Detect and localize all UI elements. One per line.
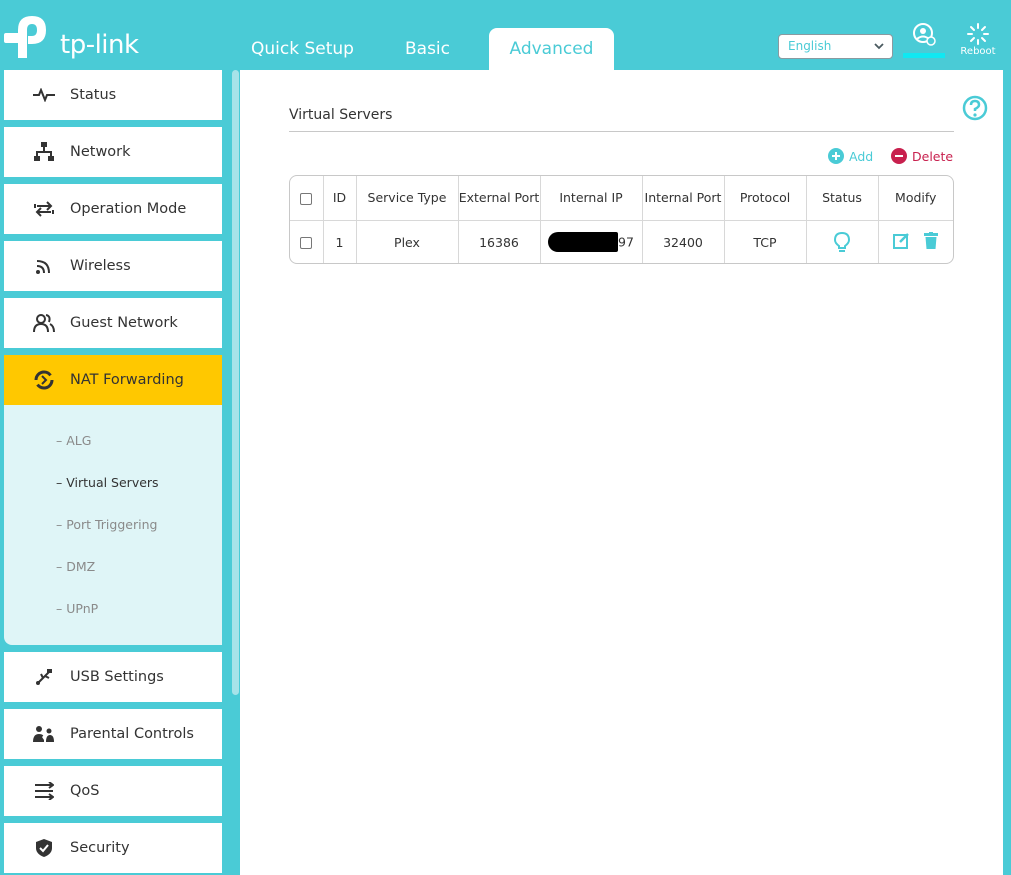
cell-modify — [877, 220, 953, 263]
cell-external-port: 16386 — [457, 220, 540, 263]
sidebar-item-label: NAT Forwarding — [70, 372, 184, 388]
tab-advanced[interactable]: Advanced — [489, 28, 614, 70]
sidebar-item-label: Parental Controls — [70, 726, 194, 742]
users-icon — [30, 312, 58, 334]
edit-button[interactable] — [893, 232, 910, 252]
row-select-cell — [290, 220, 323, 263]
language-value: English — [788, 39, 832, 53]
submenu-item-dmz[interactable]: – DMZ — [56, 559, 95, 574]
reboot-button[interactable]: Reboot — [954, 22, 1002, 62]
main-panel: Virtual Servers Add Delete ID Service Ty… — [240, 70, 1003, 875]
table-header-row: ID Service Type External Port Internal I… — [290, 176, 953, 220]
cell-internal-ip: 97 — [539, 220, 642, 263]
sidebar-scrollbar[interactable] — [232, 70, 239, 695]
table-row: 1 Plex 16386 97 32400 TCP — [290, 220, 953, 263]
tab-quick-setup[interactable]: Quick Setup — [245, 28, 360, 70]
submenu-item-port-triggering[interactable]: – Port Triggering — [56, 517, 157, 532]
sidebar-item-nat-forwarding[interactable]: NAT Forwarding — [4, 355, 222, 405]
usb-icon — [30, 666, 58, 688]
column-header-modify: Modify — [877, 176, 953, 220]
help-icon[interactable] — [962, 95, 988, 121]
shield-icon — [30, 837, 58, 859]
sidebar-item-label: Network — [70, 144, 131, 160]
trash-icon — [924, 232, 939, 250]
sidebar-item-parental-controls[interactable]: Parental Controls — [4, 709, 222, 759]
sidebar-item-label: Operation Mode — [70, 201, 187, 217]
right-frame-edge — [1003, 70, 1011, 875]
page-title: Virtual Servers — [289, 107, 393, 123]
pulse-icon — [30, 84, 58, 106]
nat-icon — [30, 369, 58, 391]
column-header-id: ID — [322, 176, 356, 220]
delete-label: Delete — [912, 148, 954, 164]
language-select[interactable]: English — [778, 34, 893, 59]
column-header-service-type: Service Type — [355, 176, 458, 220]
qos-icon — [30, 780, 58, 802]
title-divider — [289, 131, 954, 132]
sidebar-item-label: Guest Network — [70, 315, 178, 331]
cell-status — [805, 220, 878, 263]
sidebar-item-operation-mode[interactable]: Operation Mode — [4, 184, 222, 234]
column-header-internal-ip: Internal IP — [539, 176, 642, 220]
lightbulb-status-icon[interactable] — [833, 231, 851, 253]
column-header-external-port: External Port — [457, 176, 540, 220]
cell-internal-port: 32400 — [641, 220, 724, 263]
delete-row-button[interactable] — [924, 232, 939, 252]
wifi-icon — [30, 255, 58, 277]
select-all-checkbox[interactable] — [300, 192, 313, 205]
virtual-servers-table: ID Service Type External Port Internal I… — [289, 175, 954, 264]
tp-link-logo-mark — [4, 16, 46, 58]
cell-service-type: Plex — [355, 220, 458, 263]
sidebar-item-label: Security — [70, 840, 130, 856]
swap-icon — [30, 198, 58, 220]
minus-circle-icon — [891, 148, 907, 164]
edit-icon — [893, 233, 910, 250]
plus-circle-icon — [828, 148, 844, 164]
sidebar-item-qos[interactable]: QoS — [4, 766, 222, 816]
cell-id: 1 — [322, 220, 356, 263]
submenu-item-alg[interactable]: – ALG — [56, 433, 91, 448]
tab-basic[interactable]: Basic — [390, 28, 465, 70]
sidebar-item-label: Wireless — [70, 258, 131, 274]
network-icon — [30, 141, 58, 163]
internal-ip-tail: 97 — [618, 234, 634, 250]
select-all-cell — [290, 176, 323, 220]
sidebar-item-usb-settings[interactable]: USB Settings — [4, 652, 222, 702]
delete-button[interactable]: Delete — [891, 148, 953, 164]
brand-name: tp-link — [60, 30, 139, 60]
add-label: Add — [849, 148, 874, 164]
row-checkbox[interactable] — [300, 237, 313, 250]
sidebar-item-label: QoS — [70, 783, 100, 799]
logout-icon — [913, 23, 936, 46]
column-header-internal-port: Internal Port — [641, 176, 724, 220]
sidebar-item-security[interactable]: Security — [4, 823, 222, 873]
submenu-item-virtual-servers[interactable]: – Virtual Servers — [56, 475, 159, 490]
sidebar-item-network[interactable]: Network — [4, 127, 222, 177]
reboot-label: Reboot — [960, 46, 996, 57]
submenu-item-upnp[interactable]: – UPnP — [56, 601, 98, 616]
add-button[interactable]: Add — [828, 148, 873, 164]
sidebar-item-label: Status — [70, 87, 117, 103]
chevron-down-icon — [874, 43, 884, 50]
sidebar-item-guest-network[interactable]: Guest Network — [4, 298, 222, 348]
cell-protocol: TCP — [723, 220, 806, 263]
sidebar-item-wireless[interactable]: Wireless — [4, 241, 222, 291]
tp-link-logo: tp-link — [4, 10, 139, 60]
logout-highlight — [903, 53, 945, 58]
redacted-ip — [548, 232, 619, 253]
reboot-icon — [967, 23, 989, 45]
column-header-status: Status — [805, 176, 878, 220]
parental-icon — [30, 723, 58, 745]
column-header-protocol: Protocol — [723, 176, 806, 220]
sidebar: Status Network Operation Mode Wireless G… — [0, 70, 230, 875]
sidebar-item-label: USB Settings — [70, 669, 164, 685]
sidebar-item-status[interactable]: Status — [4, 70, 222, 120]
nat-submenu: – ALG – Virtual Servers – Port Triggerin… — [4, 405, 222, 645]
